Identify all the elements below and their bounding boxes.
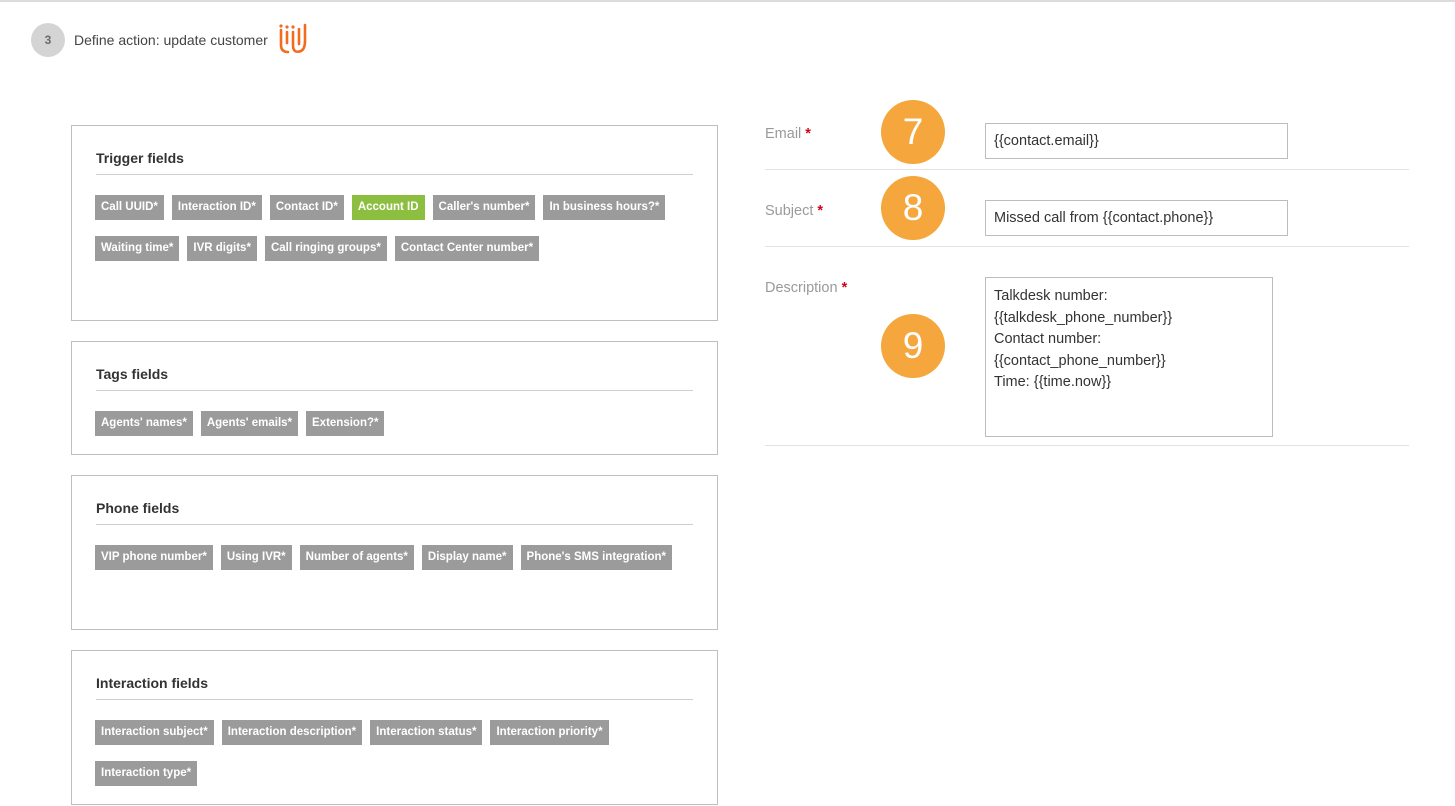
required-marker: *	[805, 126, 811, 142]
chip-interaction-subject[interactable]: Interaction subject*	[95, 720, 214, 745]
description-line: {{contact_phone_number}}	[994, 352, 1166, 369]
chip-interaction-type[interactable]: Interaction type*	[95, 761, 198, 786]
subject-row: Subject * 8	[765, 170, 1409, 247]
chip-account-id[interactable]: Account ID	[351, 195, 425, 220]
chip-vip-phone-number[interactable]: VIP phone number*	[95, 545, 213, 570]
description-row: Description * 9 Talkdesk number: {{talkd…	[765, 247, 1409, 446]
email-field[interactable]	[985, 123, 1288, 159]
chip-call-ringing-groups[interactable]: Call ringing groups*	[264, 236, 387, 261]
phone-fields-panel: Phone fields VIP phone number* Using IVR…	[71, 475, 718, 630]
chip-interaction-status[interactable]: Interaction status*	[370, 720, 483, 745]
chip-list: Call UUID* Interaction ID* Contact ID* A…	[95, 195, 697, 277]
description-label: Description *	[765, 280, 847, 296]
chip-extension[interactable]: Extension?*	[306, 411, 385, 436]
subject-label: Subject *	[765, 203, 823, 219]
chip-number-of-agents[interactable]: Number of agents*	[299, 545, 414, 570]
panel-title: Trigger fields	[96, 150, 693, 175]
step-title: Define action: update customer	[74, 32, 268, 48]
description-line: Contact number:	[994, 331, 1102, 347]
subject-field[interactable]	[985, 200, 1288, 236]
chip-list: VIP phone number* Using IVR* Number of a…	[95, 545, 697, 586]
chip-phones-sms-integration[interactable]: Phone's SMS integration*	[520, 545, 673, 570]
chip-interaction-description[interactable]: Interaction description*	[221, 720, 363, 745]
chip-callers-number[interactable]: Caller's number*	[432, 195, 536, 220]
chip-contact-id[interactable]: Contact ID*	[269, 195, 344, 220]
description-line: Time: {{time.now}}	[994, 374, 1112, 390]
panel-title: Phone fields	[96, 500, 693, 525]
chip-list: Interaction subject* Interaction descrip…	[95, 720, 697, 802]
panel-title: Interaction fields	[96, 675, 693, 700]
description-textarea[interactable]: Talkdesk number: {{talkdesk_phone_number…	[985, 277, 1273, 437]
label-text: Description	[765, 280, 838, 296]
panel-title: Tags fields	[96, 366, 693, 391]
callout-badge-9: 9	[881, 314, 945, 378]
label-text: Subject	[765, 203, 814, 219]
chip-agents-names[interactable]: Agents' names*	[95, 411, 193, 436]
chip-interaction-priority[interactable]: Interaction priority*	[490, 720, 609, 745]
required-marker: *	[817, 203, 824, 219]
chip-waiting-time[interactable]: Waiting time*	[95, 236, 180, 261]
chip-using-ivr[interactable]: Using IVR*	[220, 545, 292, 570]
label-text: Email	[765, 126, 802, 142]
chip-list: Agents' names* Agents' emails* Extension…	[95, 411, 697, 452]
interaction-fields-panel: Interaction fields Interaction subject* …	[71, 650, 718, 805]
chip-in-business-hours[interactable]: In business hours?*	[543, 195, 666, 220]
chip-agents-emails[interactable]: Agents' emails*	[200, 411, 299, 436]
required-marker: *	[841, 280, 848, 296]
integration-logo-icon	[279, 23, 307, 54]
description-line: {{talkdesk_phone_number}}	[994, 309, 1173, 326]
chip-ivr-digits[interactable]: IVR digits*	[187, 236, 257, 261]
chip-call-uuid[interactable]: Call UUID*	[95, 195, 164, 220]
step-header: 3 Define action: update customer	[31, 23, 308, 57]
chip-contact-center-number[interactable]: Contact Center number*	[394, 236, 540, 261]
email-row: Email * 7	[765, 98, 1409, 170]
trigger-fields-panel: Trigger fields Call UUID* Interaction ID…	[71, 125, 718, 321]
description-line: Talkdesk number:	[994, 288, 1108, 304]
callout-badge-8: 8	[881, 176, 945, 240]
step-number: 3	[31, 23, 65, 57]
chip-interaction-id[interactable]: Interaction ID*	[171, 195, 262, 220]
tags-fields-panel: Tags fields Agents' names* Agents' email…	[71, 341, 718, 455]
email-label: Email *	[765, 126, 811, 142]
chip-display-name[interactable]: Display name*	[421, 545, 513, 570]
callout-badge-7: 7	[881, 100, 945, 164]
